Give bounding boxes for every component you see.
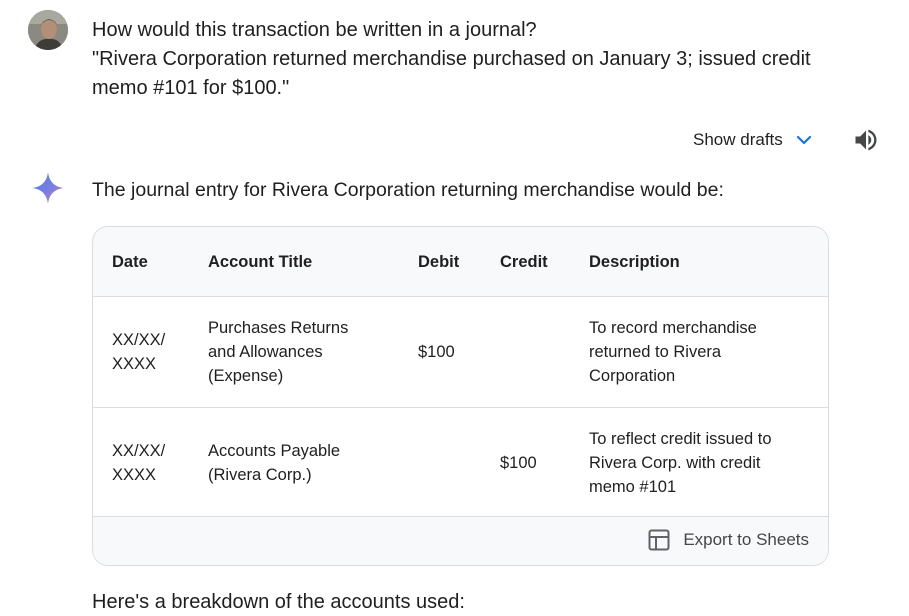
- table-header-row: Date Account Title Debit Credit Descript…: [93, 227, 828, 297]
- cell-account-title: Purchases Returns and Allowances (Expens…: [189, 296, 399, 408]
- prompt-quote: "Rivera Corporation returned merchandise…: [92, 48, 817, 99]
- journal-table-card: Date Account Title Debit Credit Descript…: [92, 226, 829, 566]
- cell-debit: $100: [399, 296, 481, 408]
- cell-account-title: Accounts Payable (Rivera Corp.): [189, 407, 399, 518]
- header-date: Date: [93, 227, 189, 297]
- answer-intro: The journal entry for Rivera Corporation…: [92, 179, 724, 201]
- header-debit: Debit: [399, 227, 481, 297]
- show-drafts-button[interactable]: Show drafts: [693, 126, 813, 154]
- cell-credit: $100: [481, 407, 570, 518]
- cell-date: XX/XX/ XXXX: [93, 407, 189, 518]
- table-footer: Export to Sheets: [93, 516, 828, 565]
- journal-table: Date Account Title Debit Credit Descript…: [93, 227, 828, 518]
- gemini-sparkle-icon: [30, 170, 66, 206]
- user-avatar: [28, 10, 68, 50]
- prompt-question: How would this transaction be written in…: [92, 19, 537, 41]
- user-photo: [28, 10, 68, 50]
- show-drafts-label: Show drafts: [693, 130, 783, 149]
- answer-followup-text: Here's a breakdown of the accounts used:: [92, 591, 465, 613]
- header-credit: Credit: [481, 227, 570, 297]
- export-label: Export to Sheets: [683, 530, 809, 549]
- header-description: Description: [570, 227, 828, 297]
- cell-description: To record merchandise returned to Rivera…: [570, 296, 828, 408]
- cell-debit: [399, 407, 481, 518]
- export-to-sheets-button[interactable]: Export to Sheets: [647, 526, 809, 554]
- speaker-icon: [855, 129, 877, 151]
- table-row: XX/XX/ XXXX Purchases Returns and Allowa…: [93, 296, 828, 408]
- read-aloud-button[interactable]: [852, 126, 880, 154]
- table-row: XX/XX/ XXXX Accounts Payable (Rivera Cor…: [93, 407, 828, 518]
- user-prompt: How would this transaction be written in…: [92, 16, 812, 103]
- table-icon: [648, 529, 670, 551]
- cell-date: XX/XX/ XXXX: [93, 296, 189, 408]
- header-account-title: Account Title: [189, 227, 399, 297]
- cell-description: To reflect credit issued to Rivera Corp.…: [570, 407, 828, 518]
- cell-credit: [481, 296, 570, 408]
- chevron-down-icon: [796, 135, 811, 145]
